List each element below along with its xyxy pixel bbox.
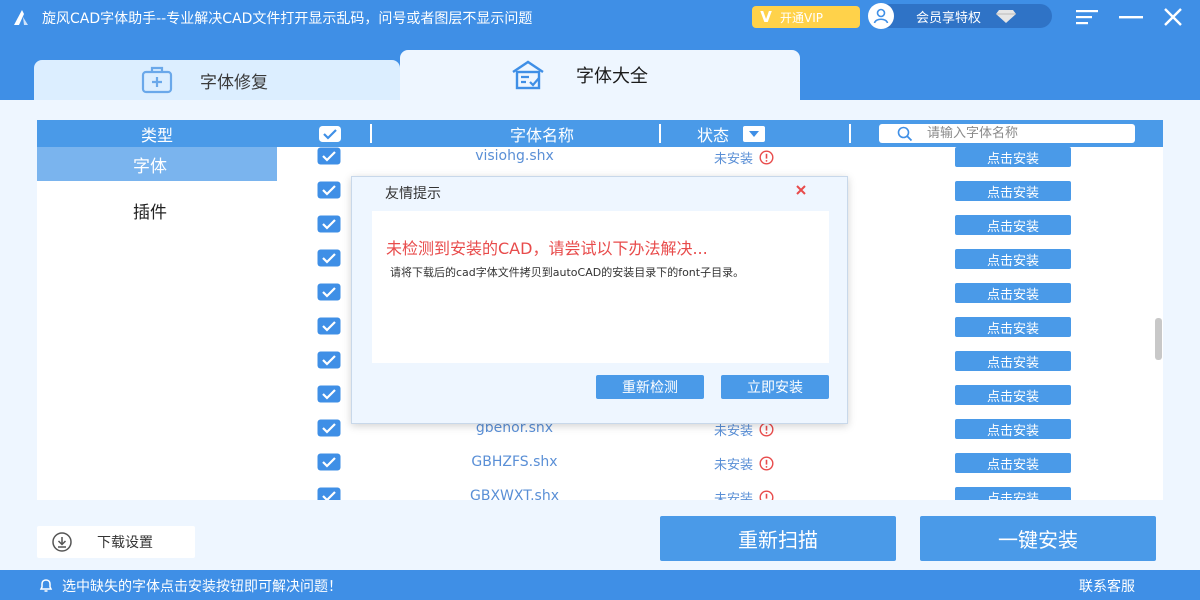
user-icon — [873, 8, 889, 24]
column-status: 状态 — [697, 120, 766, 147]
install-button[interactable]: 点击安装 — [955, 283, 1071, 303]
install-now-button[interactable]: 立即安装 — [721, 375, 829, 399]
download-icon — [52, 532, 72, 552]
toolbox-icon — [141, 66, 173, 94]
font-library-icon — [512, 60, 544, 90]
install-all-button[interactable]: 一键安装 — [920, 516, 1156, 561]
tip-dialog: 友情提示 未检测到安装的CAD，请尝试以下办法解决... 请将下载后的cad字体… — [351, 176, 848, 424]
recheck-button[interactable]: 重新检测 — [596, 375, 704, 399]
row-checkbox[interactable] — [317, 147, 341, 165]
row-checkbox[interactable] — [317, 487, 341, 500]
diamond-icon — [996, 10, 1017, 23]
tab-font-library[interactable]: 字体大全 — [400, 50, 800, 100]
font-search-box[interactable] — [879, 124, 1135, 143]
status-label: 未安装 — [714, 492, 754, 500]
font-name: GBHZFS.shx — [471, 454, 558, 470]
table-row: GBXWXT.shx 未安装 点击安装 — [277, 487, 1163, 500]
rescan-button[interactable]: 重新扫描 — [660, 516, 896, 561]
install-button[interactable]: 点击安装 — [955, 215, 1071, 235]
vip-v-icon: V — [760, 8, 772, 26]
open-vip-button[interactable]: V 开通VIP — [752, 6, 860, 28]
member-privilege-button[interactable]: 会员享特权 — [868, 3, 1052, 29]
download-settings-button[interactable]: 下载设置 — [37, 526, 195, 558]
minimize-icon — [1119, 16, 1143, 19]
warning-icon — [759, 422, 774, 437]
list-scrollbar[interactable] — [1155, 318, 1162, 360]
category-sidebar: 字体 插件 — [37, 147, 277, 227]
tab-font-repair[interactable]: 字体修复 — [34, 60, 400, 100]
download-settings-label: 下载设置 — [97, 535, 153, 551]
avatar — [868, 3, 894, 29]
column-font-name: 字体名称 — [509, 125, 574, 145]
row-checkbox[interactable] — [317, 453, 341, 471]
row-checkbox[interactable] — [317, 283, 341, 301]
close-icon[interactable] — [794, 183, 808, 197]
dialog-title: 友情提示 — [385, 186, 441, 202]
install-button[interactable]: 点击安装 — [955, 181, 1071, 201]
row-checkbox[interactable] — [317, 385, 341, 403]
warning-icon — [759, 150, 774, 165]
install-status: 未安装 — [714, 148, 774, 167]
row-checkbox[interactable] — [317, 351, 341, 369]
dialog-message: 请将下载后的cad字体文件拷贝到autoCAD的安装目录下的font子目录。 — [390, 266, 745, 279]
close-button[interactable] — [1158, 6, 1188, 28]
warning-icon — [759, 456, 774, 471]
contact-support-link[interactable]: 联系客服 — [1079, 576, 1135, 596]
tab-label: 字体大全 — [576, 66, 648, 87]
install-button[interactable]: 点击安装 — [955, 317, 1071, 337]
install-button[interactable]: 点击安装 — [955, 453, 1071, 473]
table-header: 类型 字体名称 状态 — [37, 120, 1163, 147]
status-label: 未安装 — [714, 458, 754, 473]
install-button[interactable]: 点击安装 — [955, 385, 1071, 405]
title-bar: 旋风CAD字体助手--专业解决CAD文件打开显示乱码，问号或者图层不显示问题 V… — [0, 0, 1200, 34]
status-label: 未安装 — [714, 152, 754, 167]
row-checkbox[interactable] — [317, 249, 341, 267]
install-button[interactable]: 点击安装 — [955, 147, 1071, 167]
install-button[interactable]: 点击安装 — [955, 249, 1071, 269]
search-icon — [897, 126, 913, 142]
font-name: visiohg.shx — [475, 148, 554, 164]
column-type: 类型 — [140, 125, 173, 145]
sidebar-item-fonts[interactable]: 字体 — [37, 147, 277, 181]
row-checkbox[interactable] — [317, 317, 341, 335]
app-logo-icon — [14, 10, 28, 25]
warning-icon — [759, 490, 774, 500]
app-title: 旋风CAD字体助手--专业解决CAD文件打开显示乱码，问号或者图层不显示问题 — [42, 11, 533, 27]
footer-tip: 选中缺失的字体点击安装按钮即可解决问题！ — [62, 579, 342, 595]
bell-icon — [39, 579, 53, 592]
status-filter-dropdown[interactable] — [743, 125, 766, 142]
column-divider — [849, 124, 851, 143]
close-icon — [1164, 8, 1182, 26]
row-checkbox[interactable] — [317, 215, 341, 233]
menu-button[interactable] — [1072, 6, 1102, 28]
status-bar: 选中缺失的字体点击安装按钮即可解决问题！ 联系客服 — [0, 570, 1200, 600]
install-status: 未安装 — [714, 454, 774, 473]
install-button[interactable]: 点击安装 — [955, 351, 1071, 371]
minimize-button[interactable] — [1116, 6, 1146, 28]
column-divider — [370, 124, 372, 143]
table-row: gbenor.shx 未安装 点击安装 — [277, 419, 1163, 453]
install-button[interactable]: 点击安装 — [955, 487, 1071, 500]
dialog-body: 未检测到安装的CAD，请尝试以下办法解决... 请将下载后的cad字体文件拷贝到… — [372, 211, 829, 363]
install-button[interactable]: 点击安装 — [955, 419, 1071, 439]
vip-label: 开通VIP — [780, 10, 823, 25]
tab-label: 字体修复 — [200, 72, 268, 93]
font-name: GBXWXT.shx — [469, 488, 560, 500]
row-checkbox[interactable] — [317, 181, 341, 199]
dialog-warning: 未检测到安装的CAD，请尝试以下办法解决... — [386, 239, 708, 258]
table-row: GBHZFS.shx 未安装 点击安装 — [277, 453, 1163, 487]
column-status-label: 状态 — [697, 125, 730, 145]
sidebar-item-plugins[interactable]: 插件 — [37, 193, 277, 227]
row-checkbox[interactable] — [317, 419, 341, 437]
chevron-down-icon — [749, 130, 760, 137]
column-divider — [659, 124, 661, 143]
menu-icon — [1076, 10, 1098, 25]
member-label: 会员享特权 — [916, 10, 982, 26]
install-status: 未安装 — [714, 488, 774, 500]
search-input[interactable] — [927, 126, 1117, 141]
select-all-checkbox[interactable] — [319, 126, 341, 142]
